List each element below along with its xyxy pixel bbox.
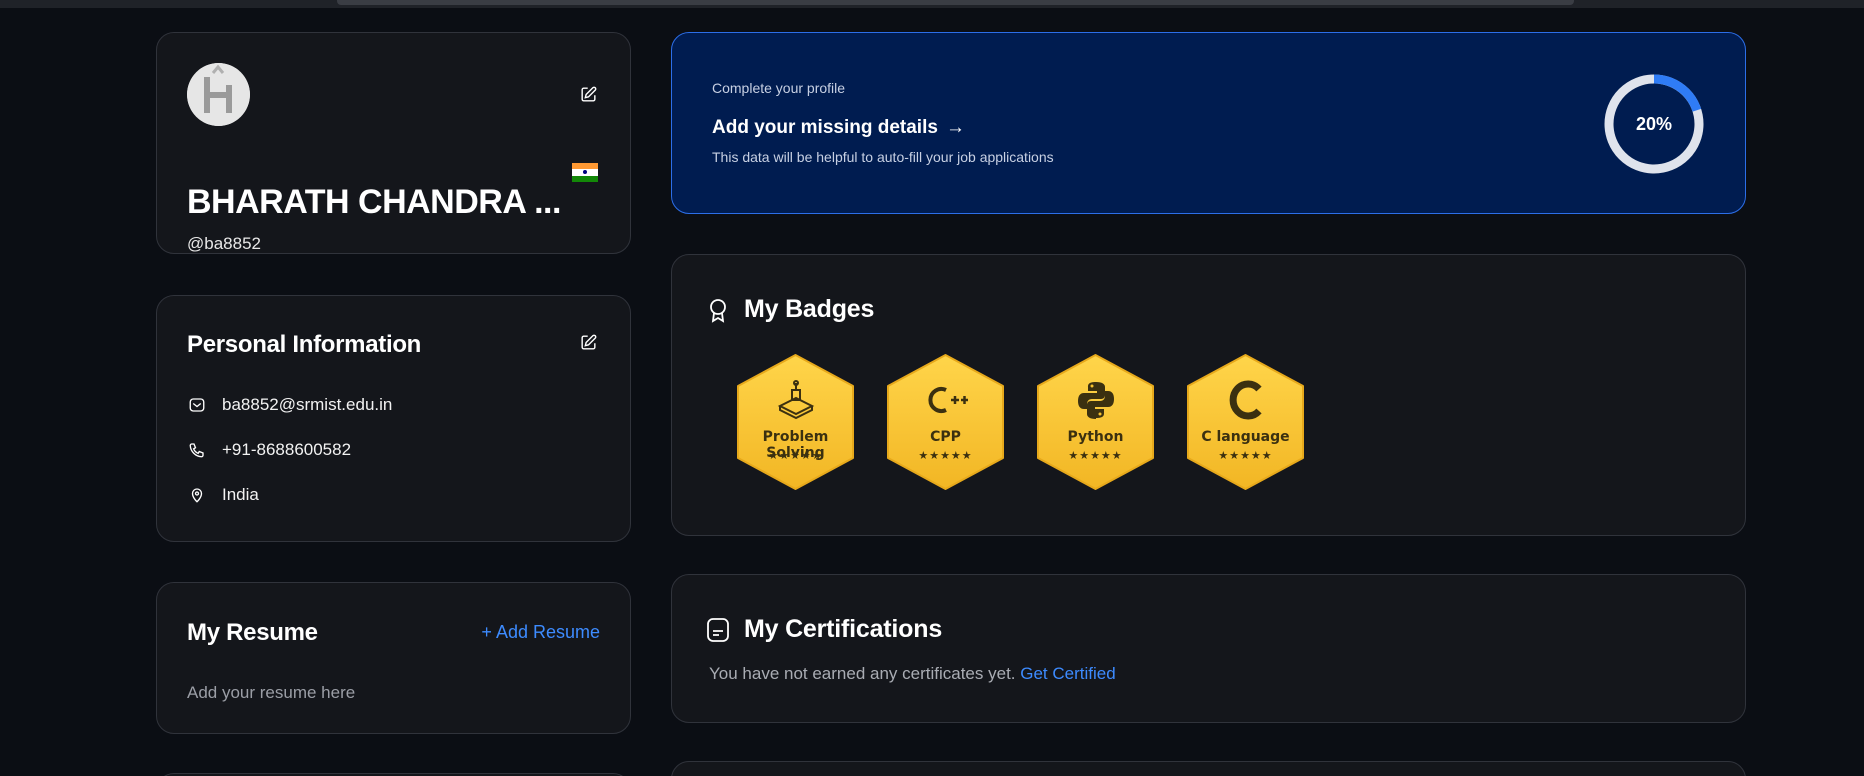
badge-stars: ★★★★★ <box>918 449 973 462</box>
location-row: India <box>187 485 259 505</box>
hexagon-badge-shape <box>737 354 854 490</box>
badge-label: CPP <box>930 429 961 445</box>
profile-card: BHARATH CHANDRA ... @ba8852 <box>156 32 631 254</box>
avatar[interactable] <box>187 63 250 126</box>
add-resume-link[interactable]: + Add Resume <box>481 622 600 643</box>
badge-python[interactable]: Python ★★★★★ <box>1034 353 1157 491</box>
location-pin-icon <box>187 485 207 505</box>
personal-info-title: Personal Information <box>187 331 422 358</box>
badge-label: Python <box>1067 429 1124 445</box>
badge-list: Problem Solving ★★★★★ CPP ★★★★★ Python ★… <box>734 353 1307 491</box>
python-icon <box>1034 379 1157 421</box>
india-flag-icon <box>572 163 598 182</box>
complete-profile-banner[interactable]: Complete your profile Add your missing d… <box>671 32 1746 214</box>
badge-stars: ★★★★★ <box>768 449 823 462</box>
edit-icon <box>580 86 596 102</box>
problem-solving-icon <box>734 379 857 421</box>
complete-profile-kicker: Complete your profile <box>712 80 846 96</box>
next-right-card <box>671 761 1746 776</box>
get-certified-link[interactable]: Get Certified <box>1020 664 1115 683</box>
phone-icon <box>187 440 207 460</box>
c-language-icon <box>1184 379 1307 421</box>
badge-problem-solving[interactable]: Problem Solving ★★★★★ <box>734 353 857 491</box>
award-icon <box>710 298 726 323</box>
certifications-header: My Certifications <box>706 615 942 644</box>
hexagon-badge-shape <box>1037 354 1154 490</box>
resume-title: My Resume <box>187 619 318 646</box>
badge-stars: ★★★★★ <box>1218 449 1273 462</box>
mail-icon <box>187 395 207 415</box>
arrow-right-icon: → <box>945 117 965 138</box>
resume-card: My Resume + Add Resume Add your resume h… <box>156 582 631 734</box>
hexagon-badge-shape <box>887 354 1004 490</box>
badges-header: My Badges <box>706 295 874 324</box>
phone-row: +91-8688600582 <box>187 440 351 460</box>
certifications-title: My Certifications <box>744 615 943 643</box>
edit-personal-info-button[interactable] <box>577 331 599 353</box>
certifications-empty-text: You have not earned any certificates yet… <box>709 664 1016 683</box>
complete-profile-subtitle: This data will be helpful to auto-fill y… <box>712 149 1054 165</box>
browser-scroll-bar <box>0 0 1864 8</box>
certifications-empty-message: You have not earned any certificates yet… <box>709 664 1116 684</box>
certificate-icon <box>707 617 729 642</box>
badge-cpp[interactable]: CPP ★★★★★ <box>884 353 1007 491</box>
certifications-card: My Certifications You have not earned an… <box>671 574 1746 723</box>
cpp-icon <box>884 379 1007 421</box>
badges-title: My Badges <box>744 295 875 323</box>
email-value: ba8852@srmist.edu.in <box>222 395 393 414</box>
email-row: ba8852@srmist.edu.in <box>187 395 392 415</box>
username-handle: @ba8852 <box>187 234 261 253</box>
resume-hint: Add your resume here <box>187 683 356 702</box>
add-missing-details-label: Add your missing details <box>712 117 938 138</box>
badge-c-language[interactable]: C language ★★★★★ <box>1184 353 1307 491</box>
badge-stars: ★★★★★ <box>1068 449 1123 462</box>
phone-value: +91-8688600582 <box>222 440 352 459</box>
badges-card: My Badges Problem Solving ★★★★★ CPP ★★★★… <box>671 254 1746 536</box>
hexagon-badge-shape <box>1187 354 1304 490</box>
avatar-logo-icon <box>187 63 250 126</box>
edit-profile-button[interactable] <box>577 83 599 105</box>
add-missing-details-link[interactable]: Add your missing details → <box>712 117 965 139</box>
badge-label: C language <box>1201 429 1290 445</box>
personal-information-card: Personal Information ba8852@srmist.edu.i… <box>156 295 631 542</box>
user-full-name: BHARATH CHANDRA ... <box>187 183 561 221</box>
progress-percent: 20% <box>1635 113 1673 134</box>
location-value: India <box>222 485 259 504</box>
edit-icon <box>580 334 596 350</box>
horizontal-scrollbar-thumb[interactable] <box>337 0 1574 5</box>
